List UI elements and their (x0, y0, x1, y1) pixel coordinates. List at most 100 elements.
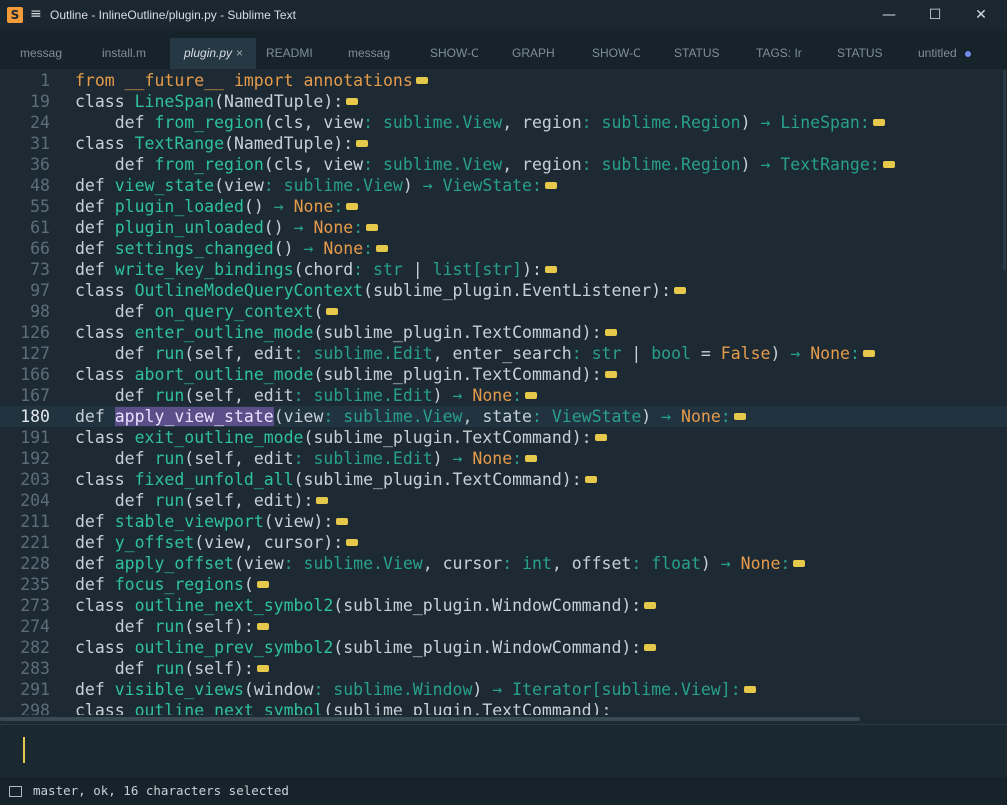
code-text: def apply_offset(view: sublime.View, cur… (75, 553, 806, 574)
fold-marker-icon[interactable] (862, 350, 875, 357)
fold-marker-icon[interactable] (594, 434, 607, 441)
tab-show-2[interactable]: SHOW-C (592, 38, 640, 69)
maximize-button[interactable]: ☐ (912, 0, 958, 31)
fold-marker-icon[interactable] (872, 119, 885, 126)
fold-marker-icon[interactable] (346, 539, 359, 546)
code-line[interactable]: 192 def run(self, edit: sublime.Edit) → … (0, 448, 1007, 469)
fold-marker-icon[interactable] (346, 98, 359, 105)
code-line[interactable]: 167 def run(self, edit: sublime.Edit) → … (0, 385, 1007, 406)
code-text: def plugin_unloaded() → None: (75, 217, 379, 238)
code-line[interactable]: 291 def visible_views(window: sublime.Win… (0, 679, 1007, 700)
line-number: 211 (20, 512, 50, 531)
code-line[interactable]: 36 def from_region(cls, view: sublime.Vi… (0, 154, 1007, 175)
fold-marker-icon[interactable] (415, 77, 428, 84)
line-number: 61 (30, 218, 50, 237)
code-line[interactable]: 55 def plugin_loaded() → None: (0, 196, 1007, 217)
code-line[interactable]: 298 class outline_next_symbol(sublime_plu… (0, 700, 1007, 715)
code-line[interactable]: 66 def settings_changed() → None: (0, 238, 1007, 259)
tab-install[interactable]: install.m (102, 38, 150, 69)
tab-status-2[interactable]: STATUS (837, 38, 885, 69)
fold-marker-icon[interactable] (256, 623, 269, 630)
code-line[interactable]: 97 class OutlineModeQueryContext(sublime_… (0, 280, 1007, 301)
hamburger-menu-icon[interactable]: ≡ (30, 6, 42, 22)
minimize-button[interactable]: — (866, 0, 912, 31)
fold-marker-icon[interactable] (644, 644, 657, 651)
close-window-button[interactable]: ✕ (958, 0, 1004, 31)
code-line[interactable]: 191 class exit_outline_mode(sublime_plugi… (0, 427, 1007, 448)
code-line[interactable]: 24 def from_region(cls, view: sublime.Vi… (0, 112, 1007, 133)
code-line[interactable]: 98 def on_query_context( (0, 301, 1007, 322)
code-line[interactable]: 166 class abort_outline_mode(sublime_plug… (0, 364, 1007, 385)
tab-tags[interactable]: TAGS: Ir (756, 38, 804, 69)
code-line[interactable]: 204 def run(self, edit): (0, 490, 1007, 511)
code-line[interactable]: 203 class fixed_unfold_all(sublime_plugin… (0, 469, 1007, 490)
code-line[interactable]: 282 class outline_prev_symbol2(sublime_pl… (0, 637, 1007, 658)
fold-marker-icon[interactable] (336, 518, 349, 525)
code-text: def run(self, edit): (75, 490, 329, 511)
code-line[interactable]: 31 class TextRange(NamedTuple): (0, 133, 1007, 154)
code-text: class outline_next_symbol2(sublime_plugi… (75, 595, 657, 616)
fold-marker-icon[interactable] (525, 392, 538, 399)
close-icon: ✕ (975, 7, 987, 23)
input-panel[interactable] (0, 724, 1007, 777)
line-number: 55 (30, 197, 50, 216)
fold-marker-icon[interactable] (366, 224, 379, 231)
fold-marker-icon[interactable] (584, 476, 597, 483)
code-line[interactable]: 228 def apply_offset(view: sublime.View, … (0, 553, 1007, 574)
code-line[interactable]: 273 class outline_next_symbol2(sublime_pl… (0, 595, 1007, 616)
code-line[interactable]: 19 class LineSpan(NamedTuple): (0, 91, 1007, 112)
fold-marker-icon[interactable] (674, 287, 687, 294)
fold-marker-icon[interactable] (604, 329, 617, 336)
code-line[interactable]: 1 from __future__ import annotations (0, 70, 1007, 91)
fold-marker-icon[interactable] (793, 560, 806, 567)
tab-readme[interactable]: READMI (266, 38, 314, 69)
fold-marker-icon[interactable] (743, 686, 756, 693)
tab-close-icon[interactable]: × (236, 46, 243, 60)
line-number: 24 (30, 113, 50, 132)
tab-show-1[interactable]: SHOW-C (430, 38, 478, 69)
tab-untitled[interactable]: untitled (918, 38, 988, 69)
code-line[interactable]: 61 def plugin_unloaded() → None: (0, 217, 1007, 238)
vertical-scrollbar[interactable] (1003, 70, 1006, 270)
fold-marker-icon[interactable] (256, 665, 269, 672)
tab-graph[interactable]: GRAPH (512, 38, 560, 69)
tab-message-1[interactable]: messag (20, 38, 68, 69)
code-text: def from_region(cls, view: sublime.View,… (75, 112, 885, 133)
fold-marker-icon[interactable] (604, 371, 617, 378)
tab-plugin-py[interactable]: plugin.py × (170, 38, 256, 69)
fold-marker-icon[interactable] (376, 245, 389, 252)
code-line[interactable]: 48 def view_state(view: sublime.View) → V… (0, 175, 1007, 196)
fold-marker-icon[interactable] (733, 413, 746, 420)
line-number: 192 (20, 449, 50, 468)
code-text: def settings_changed() → None: (75, 238, 389, 259)
horizontal-scrollbar[interactable] (0, 717, 860, 721)
code-line[interactable]: 180 def apply_view_state(view: sublime.Vi… (0, 406, 1007, 427)
fold-marker-icon[interactable] (316, 497, 329, 504)
panel-toggle-icon[interactable] (9, 786, 22, 797)
code-text: class OutlineModeQueryContext(sublime_pl… (75, 280, 687, 301)
code-line[interactable]: 221 def y_offset(view, cursor): (0, 532, 1007, 553)
line-number: 126 (20, 323, 50, 342)
fold-marker-icon[interactable] (544, 182, 557, 189)
code-line[interactable]: 283 def run(self): (0, 658, 1007, 679)
code-line[interactable]: 211 def stable_viewport(view): (0, 511, 1007, 532)
fold-marker-icon[interactable] (356, 140, 369, 147)
fold-marker-icon[interactable] (256, 581, 269, 588)
fold-marker-icon[interactable] (644, 602, 657, 609)
fold-marker-icon[interactable] (525, 455, 538, 462)
line-number: 274 (20, 617, 50, 636)
code-line[interactable]: 73 def write_key_bindings(chord: str | li… (0, 259, 1007, 280)
code-line[interactable]: 127 def run(self, edit: sublime.Edit, en… (0, 343, 1007, 364)
fold-marker-icon[interactable] (346, 203, 359, 210)
tab-status-1[interactable]: STATUS (674, 38, 722, 69)
tab-message-2[interactable]: messag (348, 38, 396, 69)
code-text: def focus_regions( (75, 574, 269, 595)
fold-marker-icon[interactable] (882, 161, 895, 168)
code-editor[interactable]: 1 from __future__ import annotations 19 cla… (0, 69, 1007, 715)
code-line[interactable]: 274 def run(self): (0, 616, 1007, 637)
fold-marker-icon[interactable] (544, 266, 557, 273)
code-line[interactable]: 126 class enter_outline_mode(sublime_plug… (0, 322, 1007, 343)
line-number: 282 (20, 638, 50, 657)
code-line[interactable]: 235 def focus_regions( (0, 574, 1007, 595)
fold-marker-icon[interactable] (326, 308, 339, 315)
